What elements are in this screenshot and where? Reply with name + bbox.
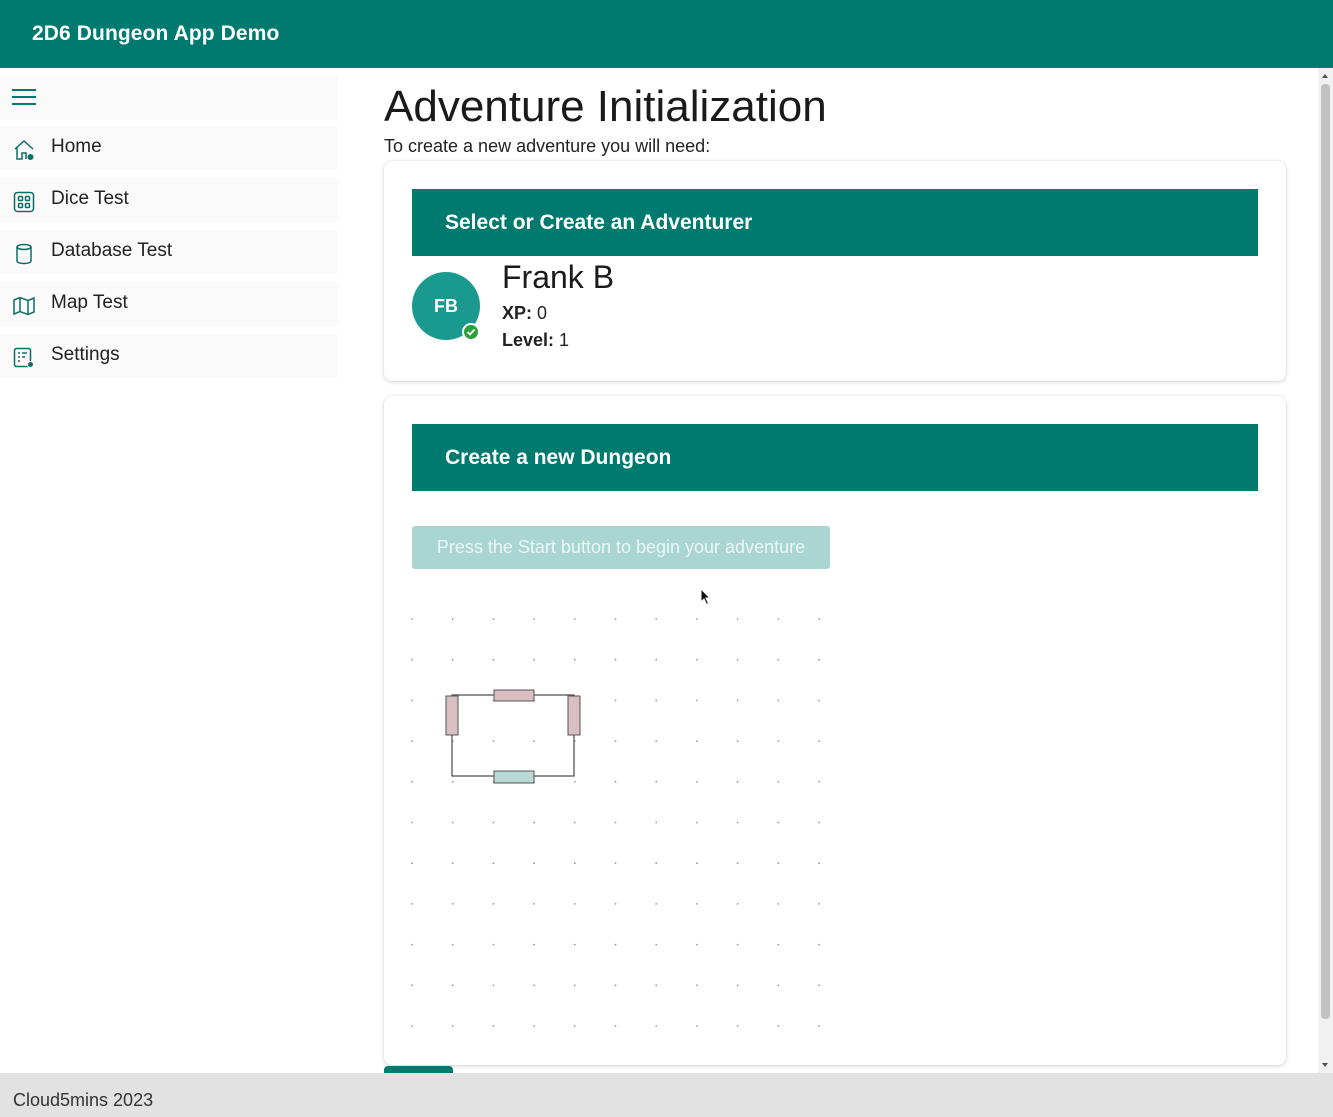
adventurer-xp: XP: 0 (502, 303, 547, 324)
adventurer-name: Frank B (502, 259, 615, 295)
sidebar-item-label: Database Test (51, 240, 173, 261)
scroll-up-arrow-icon[interactable] (1322, 74, 1328, 78)
scrollbar-thumb[interactable] (1321, 84, 1330, 1019)
scroll-down-arrow-icon[interactable] (1322, 1063, 1328, 1067)
sidebar-item-database-test[interactable]: Database Test (0, 230, 338, 274)
menu-toggle-button[interactable] (0, 76, 338, 120)
main-content: Adventure Initialization To create a new… (340, 68, 1318, 1073)
mouse-cursor-icon (700, 588, 712, 606)
map-grid (411, 618, 820, 1027)
sidebar-item-home[interactable]: Home (0, 126, 338, 170)
dungeon-map (411, 618, 820, 1027)
sidebar-item-map-test[interactable]: Map Test (0, 282, 338, 326)
map-icon (13, 296, 35, 316)
level-label: Level: (502, 330, 555, 350)
door-right (567, 695, 581, 736)
sidebar-item-settings[interactable]: Settings (0, 334, 338, 378)
level-value: 1 (559, 330, 570, 350)
door-left (445, 695, 459, 736)
footer-text: Cloud5mins 2023 (13, 1090, 154, 1110)
sidebar-item-label: Dice Test (51, 188, 129, 209)
bottom-tab-indicator (384, 1066, 453, 1073)
adventurer-card-header[interactable]: Select or Create an Adventurer (412, 189, 1258, 256)
hamburger-menu-icon (12, 89, 36, 105)
adventurer-card: Select or Create an Adventurer FB Frank … (384, 161, 1286, 381)
sidebar-item-label: Map Test (51, 292, 128, 313)
sidebar: Home Dice Test Database Test Map Test Se… (0, 68, 340, 1073)
app-bar: 2D6 Dungeon App Demo (0, 0, 1333, 68)
dungeon-card-header[interactable]: Create a new Dungeon (412, 424, 1258, 491)
dungeon-room (445, 689, 581, 784)
dice-grid-icon (13, 191, 35, 213)
home-icon (14, 139, 34, 160)
start-button[interactable]: Press the Start button to begin your adv… (412, 526, 830, 569)
database-icon (16, 243, 32, 265)
sidebar-item-label: Settings (51, 344, 120, 365)
footer: Cloud5mins 2023 (0, 1073, 1333, 1117)
settings-list-icon (13, 347, 34, 368)
page-scrollbar[interactable] (1318, 68, 1333, 1073)
app-title: 2D6 Dungeon App Demo (32, 22, 280, 45)
xp-value: 0 (537, 303, 548, 323)
page-subtitle: To create a new adventure you will need: (384, 136, 711, 156)
sidebar-item-dice-test[interactable]: Dice Test (0, 178, 338, 222)
adventurer-level: Level: 1 (502, 330, 569, 351)
door-bottom (493, 770, 535, 784)
page-title: Adventure Initialization (384, 82, 827, 131)
status-check-icon (462, 323, 480, 341)
sidebar-item-label: Home (51, 136, 102, 157)
door-top (493, 689, 535, 702)
dungeon-card: Create a new Dungeon Press the Start but… (384, 396, 1286, 1065)
xp-label: XP: (502, 303, 533, 323)
